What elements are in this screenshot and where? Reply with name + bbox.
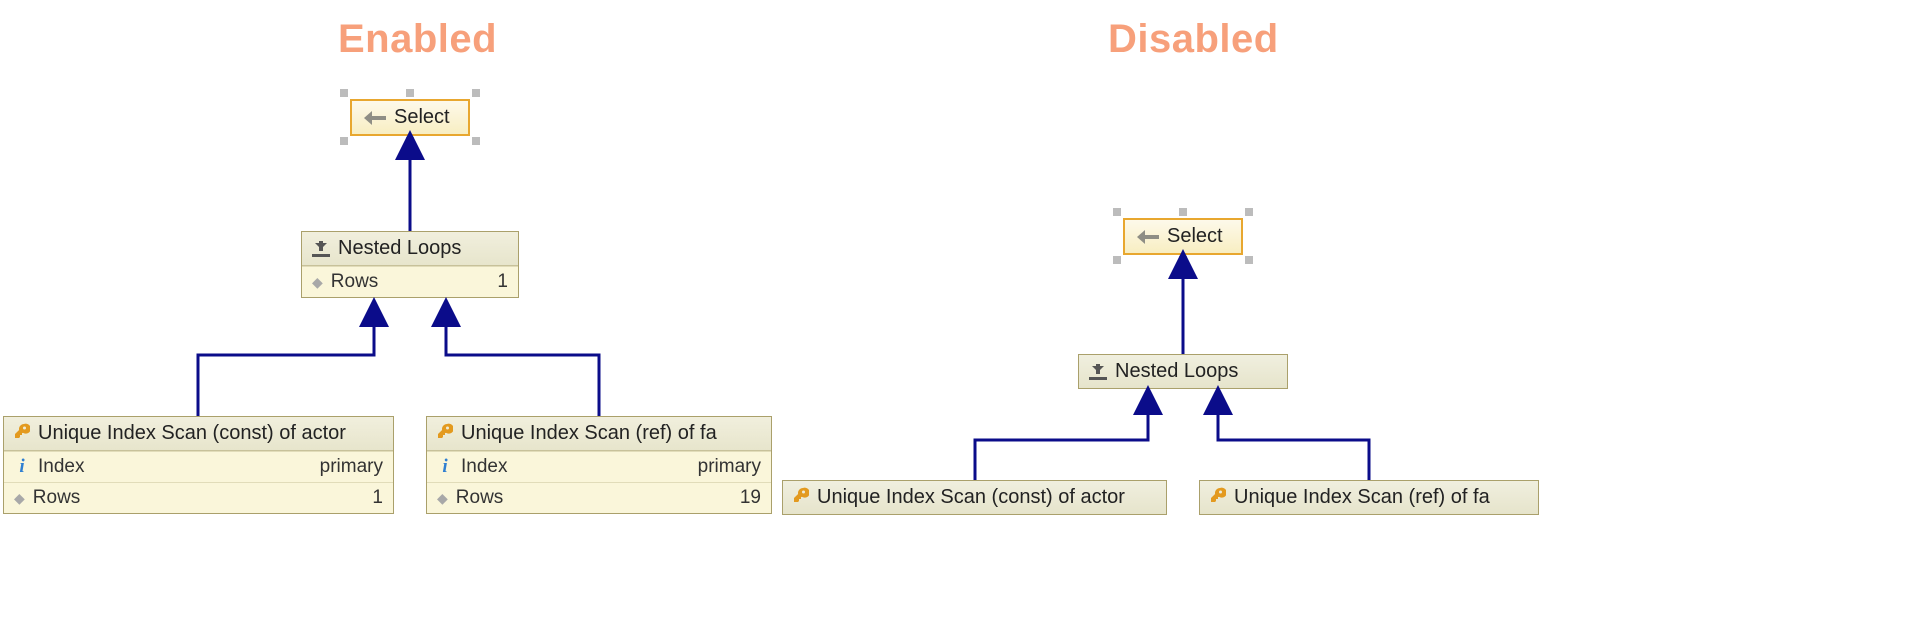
index-row: i Index primary	[427, 451, 771, 482]
key-icon	[14, 423, 30, 444]
nested-loops-node[interactable]: Nested Loops	[1078, 354, 1288, 389]
diamond-icon: ◆	[312, 274, 323, 291]
nested-loops-node[interactable]: Nested Loops ◆ Rows 1	[301, 231, 519, 298]
info-icon: i	[14, 456, 30, 478]
index-label: Index	[461, 456, 507, 478]
selection-handle[interactable]	[340, 137, 348, 145]
index-scan-node-fa[interactable]: Unique Index Scan (ref) of fa	[1199, 480, 1539, 515]
key-icon	[437, 423, 453, 444]
rows-row: ◆ Rows 1	[4, 482, 393, 513]
index-row: i Index primary	[4, 451, 393, 482]
selection-handle[interactable]	[1245, 208, 1253, 216]
nested-loops-rows-row: ◆ Rows 1	[302, 266, 518, 297]
key-icon	[793, 487, 809, 508]
selection-handle[interactable]	[1179, 256, 1187, 264]
selection-handle[interactable]	[472, 137, 480, 145]
info-icon: i	[437, 456, 453, 478]
arrow-left-icon	[364, 110, 386, 126]
diamond-icon: ◆	[437, 490, 448, 507]
rows-value: 19	[740, 487, 761, 509]
enabled-heading: Enabled	[338, 17, 497, 62]
selection-handle[interactable]	[340, 89, 348, 97]
index-scan-node-actor[interactable]: Unique Index Scan (const) of actor	[782, 480, 1167, 515]
selection-handle[interactable]	[406, 89, 414, 97]
index-value: primary	[698, 456, 761, 478]
selection-handle[interactable]	[1179, 208, 1187, 216]
scan-label: Unique Index Scan (const) of actor	[38, 422, 346, 445]
disabled-heading: Disabled	[1108, 17, 1279, 62]
select-label: Select	[394, 106, 450, 129]
select-label: Select	[1167, 225, 1223, 248]
selection-handle[interactable]	[406, 137, 414, 145]
select-node[interactable]: Select	[350, 99, 470, 136]
key-icon	[1210, 487, 1226, 508]
index-label: Index	[38, 456, 84, 478]
rows-row: ◆ Rows 19	[427, 482, 771, 513]
arrow-left-icon	[1137, 229, 1159, 245]
scan-label: Unique Index Scan (const) of actor	[817, 486, 1125, 509]
nested-loops-label: Nested Loops	[1115, 360, 1238, 383]
nested-loops-icon	[312, 241, 330, 257]
rows-value: 1	[497, 271, 508, 293]
selection-handle[interactable]	[1245, 256, 1253, 264]
index-scan-node-fa[interactable]: Unique Index Scan (ref) of fa i Index pr…	[426, 416, 772, 514]
rows-value: 1	[372, 487, 383, 509]
selection-handle[interactable]	[1113, 208, 1121, 216]
selection-handle[interactable]	[1113, 256, 1121, 264]
diamond-icon: ◆	[14, 490, 25, 507]
scan-label: Unique Index Scan (ref) of fa	[1234, 486, 1490, 509]
select-node[interactable]: Select	[1123, 218, 1243, 255]
connector-lines	[0, 0, 800, 620]
selection-handle[interactable]	[472, 89, 480, 97]
rows-label: Rows	[33, 487, 81, 509]
rows-label: Rows	[331, 271, 379, 293]
connector-lines	[0, 0, 1924, 620]
nested-loops-icon	[1089, 364, 1107, 380]
index-scan-node-actor[interactable]: Unique Index Scan (const) of actor i Ind…	[3, 416, 394, 514]
scan-label: Unique Index Scan (ref) of fa	[461, 422, 717, 445]
rows-label: Rows	[456, 487, 504, 509]
index-value: primary	[320, 456, 383, 478]
nested-loops-label: Nested Loops	[338, 237, 461, 260]
